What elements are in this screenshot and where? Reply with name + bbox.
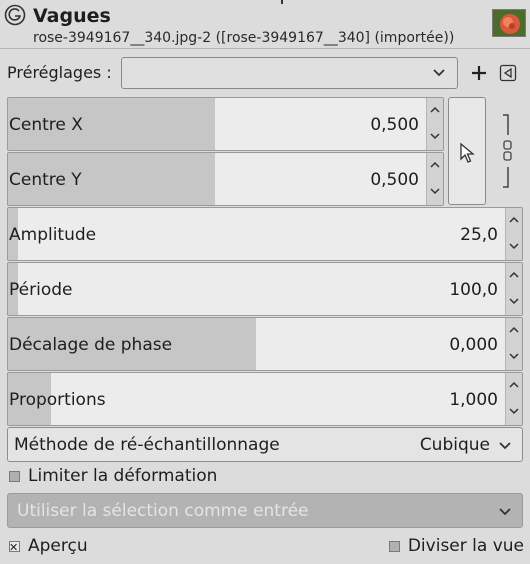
- amplitude-label: Amplitude: [9, 225, 97, 245]
- phase-shift-label: Décalage de phase: [9, 335, 173, 355]
- proportions-spinscale[interactable]: Proportions 1,000: [7, 372, 523, 426]
- split-view-label: Diviser la vue: [407, 536, 524, 556]
- chevron-down-icon[interactable]: [430, 187, 440, 195]
- header-separator: [0, 48, 530, 49]
- resampling-method-label: Méthode de ré-échantillonnage: [14, 435, 280, 455]
- selection-input-combo: Utiliser la sélection comme entrée: [7, 493, 523, 528]
- gimp-logo-icon: [4, 4, 26, 26]
- periode-value: 100,0: [449, 280, 498, 300]
- centre-x-spinscale[interactable]: Centre X 0,500: [7, 97, 444, 151]
- add-preset-button[interactable]: [468, 62, 490, 84]
- phase-shift-stepper[interactable]: [505, 318, 522, 370]
- chevron-down-icon: [499, 442, 511, 450]
- periode-label: Période: [9, 280, 73, 300]
- chevron-down-icon: [499, 508, 511, 516]
- triangle-left-menu-icon: [499, 64, 517, 82]
- chevron-down-icon[interactable]: [509, 297, 519, 305]
- chevron-up-icon[interactable]: [430, 161, 440, 169]
- centre-y-value: 0,500: [370, 170, 419, 190]
- chevron-down-icon[interactable]: [509, 352, 519, 360]
- periode-spinscale[interactable]: Période 100,0: [7, 262, 523, 316]
- preview-label: Aperçu: [28, 536, 88, 556]
- dialog-title: Vagues: [33, 5, 111, 27]
- centre-x-label: Centre X: [9, 115, 83, 135]
- presets-combo[interactable]: [121, 57, 458, 89]
- amplitude-spinscale[interactable]: Amplitude 25,0: [7, 207, 523, 261]
- split-view-checkbox[interactable]: Diviser la vue: [388, 536, 524, 556]
- resampling-method-value: Cubique: [419, 435, 490, 455]
- presets-label: Préréglages :: [7, 63, 112, 82]
- centre-x-stepper[interactable]: [426, 98, 443, 150]
- resampling-method-combo[interactable]: Méthode de ré-échantillonnage Cubique: [7, 427, 523, 462]
- phase-shift-spinscale[interactable]: Décalage de phase 0,000: [7, 317, 523, 371]
- periode-stepper[interactable]: [505, 263, 522, 315]
- window-handle-mark: [281, 0, 283, 4]
- image-thumbnail: [492, 9, 526, 37]
- image-subtitle: rose-3949167__340.jpg-2 ([rose-3949167__…: [33, 30, 455, 46]
- chevron-down-icon[interactable]: [430, 132, 440, 140]
- centre-x-value: 0,500: [370, 115, 419, 135]
- centre-y-stepper[interactable]: [426, 153, 443, 205]
- chevron-up-icon[interactable]: [430, 106, 440, 114]
- plus-icon: [472, 66, 486, 80]
- chain-link-icon[interactable]: [500, 113, 514, 189]
- chevron-up-icon[interactable]: [509, 326, 519, 334]
- pick-coordinates-button[interactable]: [448, 97, 486, 205]
- chevron-down-icon: [433, 69, 445, 77]
- amplitude-value: 25,0: [460, 225, 498, 245]
- preview-box[interactable]: [9, 538, 20, 558]
- proportions-stepper[interactable]: [505, 373, 522, 425]
- phase-shift-value: 0,000: [449, 335, 498, 355]
- limit-deformation-checkbox[interactable]: Limiter la déformation: [9, 466, 217, 486]
- proportions-label: Proportions: [9, 390, 106, 410]
- chevron-up-icon[interactable]: [509, 381, 519, 389]
- selection-input-label: Utiliser la sélection comme entrée: [17, 501, 309, 521]
- chevron-down-icon[interactable]: [509, 242, 519, 250]
- presets-menu-button[interactable]: [497, 62, 519, 84]
- limit-deformation-box[interactable]: [9, 470, 20, 482]
- limit-deformation-label: Limiter la déformation: [28, 466, 218, 486]
- preview-checkbox[interactable]: Aperçu: [9, 536, 88, 558]
- amplitude-stepper[interactable]: [505, 208, 522, 260]
- pointer-cursor-icon: [460, 142, 475, 163]
- chevron-up-icon[interactable]: [509, 216, 519, 224]
- proportions-value: 1,000: [449, 390, 498, 410]
- centre-y-spinscale[interactable]: Centre Y 0,500: [7, 152, 444, 206]
- centre-y-label: Centre Y: [9, 170, 82, 190]
- split-view-box[interactable]: [388, 540, 400, 552]
- chevron-up-icon[interactable]: [509, 271, 519, 279]
- chevron-down-icon[interactable]: [509, 407, 519, 415]
